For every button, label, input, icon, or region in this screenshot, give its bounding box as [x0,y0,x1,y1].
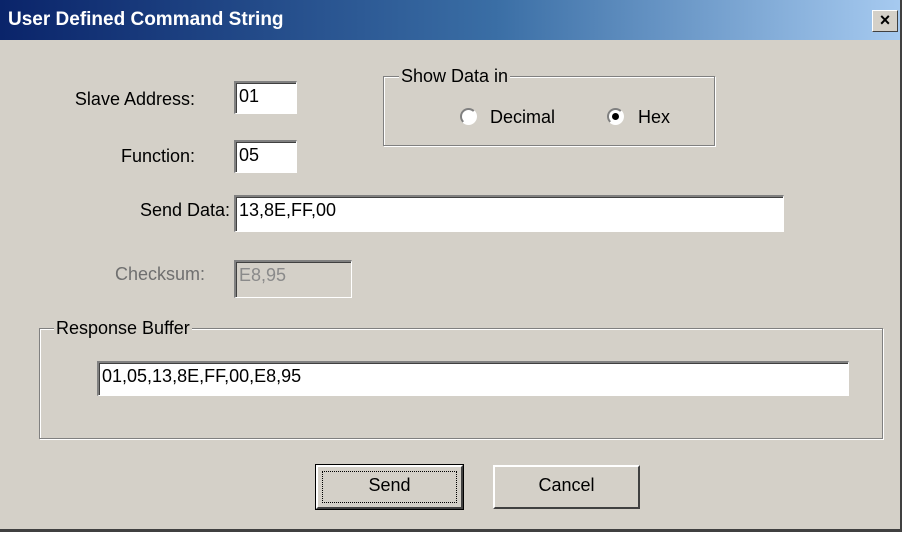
checksum-field: E8,95 [234,260,352,298]
function-label: Function: [120,146,195,166]
decimal-radio[interactable] [460,108,477,125]
show-data-group-title: Show Data in [399,66,511,87]
focus-rectangle [322,471,457,503]
radio-selected-dot [612,113,619,120]
close-icon[interactable]: × [872,10,898,32]
decimal-radio-label[interactable]: Decimal [490,107,555,128]
response-buffer-title: Response Buffer [54,318,192,339]
slave-address-label: Slave Address: [74,89,195,109]
hex-radio-label[interactable]: Hex [638,107,670,128]
cancel-button[interactable]: Cancel [493,465,640,509]
checksum-label: Checksum: [114,264,205,284]
window-title: User Defined Command String [8,9,284,30]
title-bar[interactable]: User Defined Command String × [0,0,900,40]
send-button[interactable]: Send [315,464,464,510]
function-input[interactable]: 05 [234,140,297,173]
cancel-button-label: Cancel [538,475,595,495]
send-data-label: Send Data: [139,200,230,220]
dialog-window: User Defined Command String × Slave Addr… [0,0,902,532]
response-buffer-input[interactable]: 01,05,13,8E,FF,00,E8,95 [97,361,849,396]
slave-address-input[interactable]: 01 [234,81,297,114]
send-data-input[interactable]: 13,8E,FF,00 [234,195,784,232]
hex-radio[interactable] [607,108,624,125]
